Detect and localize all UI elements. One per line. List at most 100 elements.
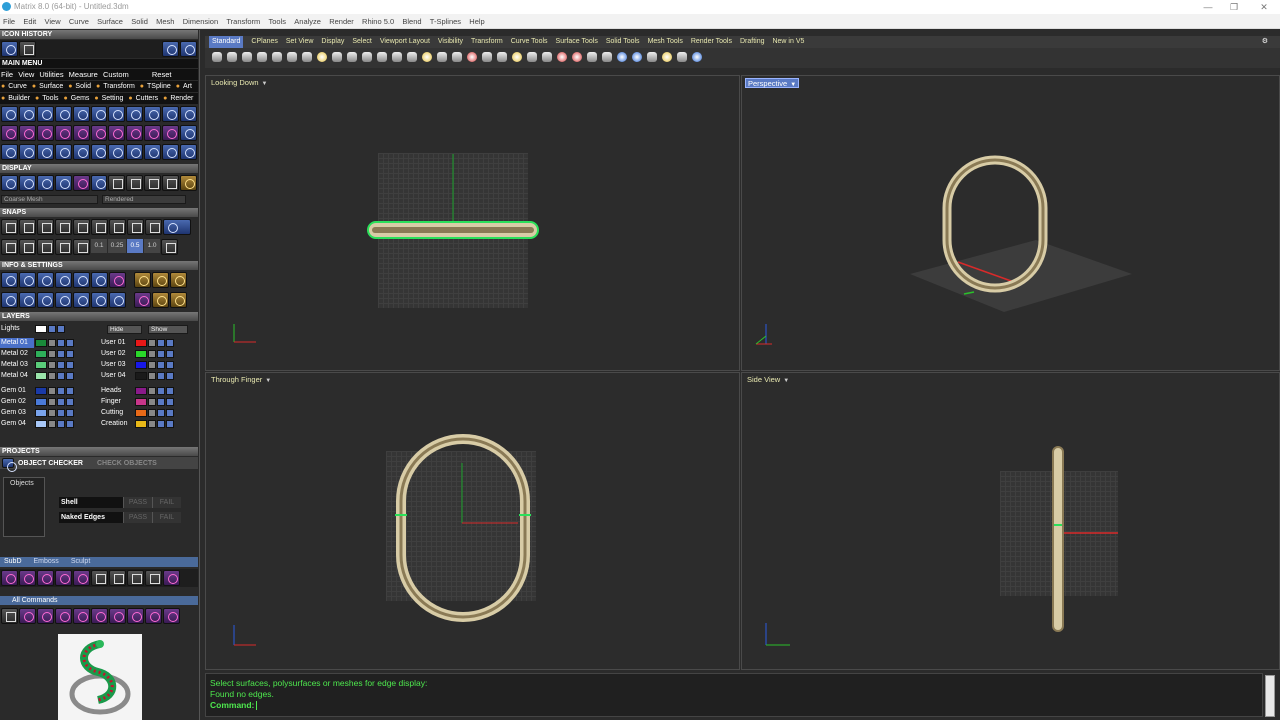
menu-surface-item[interactable]: Surface bbox=[39, 83, 63, 90]
boolean-tool-icon[interactable] bbox=[108, 144, 126, 160]
layer-lock-toggle[interactable] bbox=[157, 361, 165, 369]
layer-lock-toggle[interactable] bbox=[157, 398, 165, 406]
gumball-tool-icon[interactable] bbox=[72, 144, 90, 160]
layer-color-swatch[interactable] bbox=[135, 361, 147, 369]
menu-rhino[interactable]: Rhino 5.0 bbox=[359, 14, 397, 29]
cut-icon[interactable] bbox=[286, 50, 298, 64]
menu-transform[interactable]: Transform bbox=[223, 14, 263, 29]
subd-drag-icon[interactable] bbox=[19, 570, 36, 586]
layer-row[interactable]: User 03 bbox=[100, 360, 174, 370]
menu-tspline-item[interactable]: TSpline bbox=[147, 83, 171, 90]
zoom-extents-icon[interactable] bbox=[1, 272, 18, 288]
viewport-looking-down[interactable]: Looking Down ▼ bbox=[205, 75, 740, 371]
layer-row[interactable]: User 02 bbox=[100, 349, 174, 359]
layer-select-toggle[interactable] bbox=[166, 350, 174, 358]
hide-button[interactable]: Hide bbox=[107, 325, 142, 334]
layer-lock-toggle[interactable] bbox=[57, 361, 65, 369]
studio-mode-icon[interactable] bbox=[108, 175, 126, 191]
move-tool-icon[interactable] bbox=[1, 125, 18, 141]
objects-list[interactable]: Objects bbox=[3, 477, 45, 537]
menu-blend[interactable]: Blend bbox=[399, 14, 424, 29]
menu-view[interactable]: View bbox=[42, 14, 64, 29]
layer-lock-toggle[interactable] bbox=[157, 339, 165, 347]
layer-select-toggle[interactable] bbox=[66, 398, 74, 406]
menu-tsplines[interactable]: T-Splines bbox=[427, 14, 464, 29]
layer-select-toggle[interactable] bbox=[66, 361, 74, 369]
layer-visible-toggle[interactable] bbox=[148, 420, 156, 428]
main-menu-view[interactable]: View bbox=[18, 70, 34, 79]
main-menu-custom[interactable]: Custom bbox=[103, 70, 129, 79]
layer-lock-toggle[interactable] bbox=[57, 350, 65, 358]
history-tool-icon[interactable] bbox=[1, 41, 18, 57]
cmd-rotate-icon[interactable] bbox=[55, 608, 72, 624]
layer-color-swatch[interactable] bbox=[135, 420, 147, 428]
help-tb-icon[interactable] bbox=[691, 50, 703, 64]
rebuild-tool-icon[interactable] bbox=[144, 144, 162, 160]
tab-curve-tools[interactable]: Curve Tools bbox=[511, 36, 548, 48]
menu-curve[interactable]: Curve bbox=[66, 14, 92, 29]
layer-lock-toggle[interactable] bbox=[57, 398, 65, 406]
layer-row[interactable]: Gem 02 bbox=[0, 397, 74, 407]
layer-lock-toggle[interactable] bbox=[157, 387, 165, 395]
snap-value-0-25[interactable]: 0.25 bbox=[108, 239, 126, 253]
layer-lock-toggle[interactable] bbox=[57, 420, 65, 428]
layer-visible-toggle[interactable] bbox=[48, 420, 56, 428]
open-file-icon[interactable] bbox=[226, 50, 238, 64]
snaps-header[interactable]: SNAPS bbox=[0, 208, 198, 217]
menu-tools[interactable]: Tools bbox=[266, 14, 290, 29]
menu-curve-item[interactable]: Curve bbox=[8, 83, 27, 90]
layer-name[interactable]: Creation bbox=[100, 419, 134, 429]
display-header[interactable]: DISPLAY bbox=[0, 164, 198, 173]
globe-tool-icon[interactable] bbox=[144, 106, 162, 122]
menu-builder-item[interactable]: Builder bbox=[8, 95, 30, 102]
explode-tool-icon[interactable] bbox=[1, 144, 18, 160]
minimize-button[interactable]: — bbox=[1196, 0, 1220, 14]
layer-visible-toggle[interactable] bbox=[148, 339, 156, 347]
subd-crease-icon[interactable] bbox=[163, 570, 180, 586]
layer-lock-toggle[interactable] bbox=[57, 339, 65, 347]
array-tool-icon[interactable] bbox=[162, 125, 180, 141]
layer-select-toggle[interactable] bbox=[166, 372, 174, 380]
gold-sphere-icon[interactable] bbox=[180, 175, 197, 191]
tab-display[interactable]: Display bbox=[321, 36, 344, 48]
layer-visible-toggle[interactable] bbox=[148, 372, 156, 380]
layer-select-toggle[interactable] bbox=[66, 339, 74, 347]
layer-name[interactable]: Heads bbox=[100, 386, 134, 396]
four-view-icon[interactable] bbox=[19, 292, 36, 308]
command-input-cursor[interactable] bbox=[256, 701, 258, 711]
tab-standard[interactable]: Standard bbox=[209, 36, 244, 48]
zoom-selected-icon[interactable] bbox=[421, 50, 433, 64]
offset-tool-icon[interactable] bbox=[126, 106, 144, 122]
arc-tool-icon[interactable] bbox=[72, 106, 90, 122]
analyze-tool-icon[interactable] bbox=[180, 144, 197, 160]
point-icon[interactable] bbox=[481, 50, 493, 64]
layer-visible-toggle[interactable] bbox=[148, 350, 156, 358]
layer-visible-toggle[interactable] bbox=[48, 339, 56, 347]
mesh-quality-select[interactable]: Coarse Mesh bbox=[1, 195, 98, 204]
tab-viewport-layout[interactable]: Viewport Layout bbox=[380, 36, 430, 48]
menu-help[interactable]: Help bbox=[466, 14, 487, 29]
save-icon[interactable] bbox=[241, 50, 253, 64]
snap-int-icon[interactable] bbox=[91, 219, 108, 235]
layer-color-swatch[interactable] bbox=[135, 409, 147, 417]
technical-mode-icon[interactable] bbox=[90, 175, 108, 191]
layer-lock-toggle[interactable] bbox=[157, 420, 165, 428]
layer-color-swatch[interactable] bbox=[135, 339, 147, 347]
layer-visible-toggle[interactable] bbox=[48, 409, 56, 417]
tab-cplanes[interactable]: CPlanes bbox=[251, 36, 277, 48]
paste-icon[interactable] bbox=[316, 50, 328, 64]
print-icon[interactable] bbox=[256, 50, 268, 64]
main-menu-reset[interactable]: Reset bbox=[152, 70, 172, 79]
cmd-flag-icon[interactable] bbox=[145, 608, 162, 624]
viewport-perspective[interactable]: Perspective ▼ bbox=[741, 75, 1280, 371]
scale-tool-icon[interactable] bbox=[90, 125, 108, 141]
snap-point-icon[interactable] bbox=[37, 219, 54, 235]
layer-select-toggle[interactable] bbox=[166, 339, 174, 347]
properties-tb-icon[interactable] bbox=[541, 50, 553, 64]
copy-tool-icon[interactable] bbox=[18, 125, 36, 141]
snap-perp-icon[interactable] bbox=[109, 219, 126, 235]
zoom-window-icon[interactable] bbox=[19, 272, 36, 288]
layer-name[interactable]: Gem 02 bbox=[0, 397, 34, 407]
layer-row[interactable]: Cutting bbox=[100, 408, 174, 418]
cmd-figure-icon[interactable] bbox=[73, 608, 90, 624]
